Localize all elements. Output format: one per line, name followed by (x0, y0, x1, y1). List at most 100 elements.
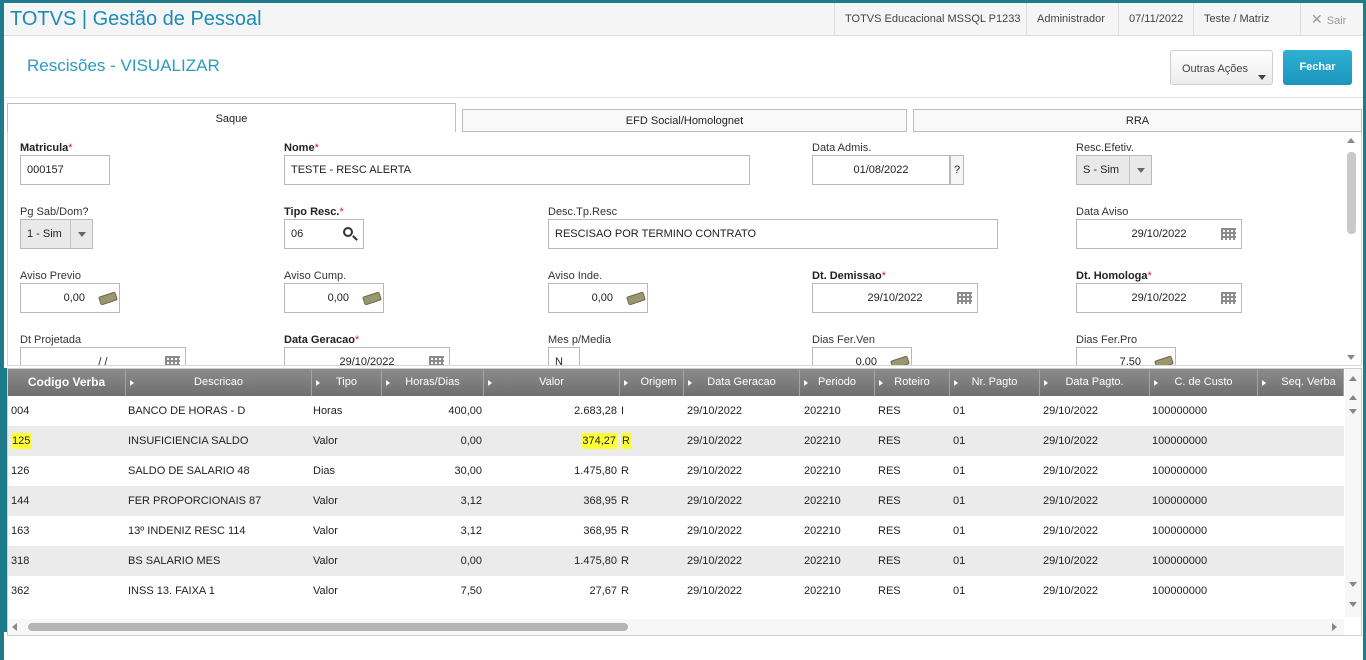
sort-icon (1044, 380, 1048, 386)
aviso-previo-field[interactable]: 0,00 (20, 283, 120, 313)
cell-roteiro: RES (878, 435, 901, 447)
help-button[interactable]: ? (950, 155, 964, 185)
money-icon[interactable] (626, 291, 646, 306)
scroll-thumb[interactable] (28, 623, 628, 631)
calendar-icon[interactable] (957, 292, 972, 304)
col-header-seq-verba[interactable]: Seq. Verba (1258, 369, 1344, 396)
calendar-icon[interactable] (1221, 228, 1236, 240)
close-icon: ✕ (1311, 11, 1323, 27)
cell-descricao: FER PROPORCIONAIS 87 (128, 495, 262, 507)
scroll-up-icon[interactable] (1349, 376, 1357, 381)
money-icon[interactable] (890, 355, 910, 365)
branch-label[interactable]: Teste / Matriz (1193, 3, 1279, 36)
resc-efetiv-select[interactable]: S - Sim (1076, 155, 1152, 185)
pg-sab-dom-select[interactable]: 1 - Sim (20, 219, 93, 249)
aviso-inde-field[interactable]: 0,00 (548, 283, 648, 313)
cell-origem: R (621, 525, 629, 537)
tipo-resc-field[interactable]: 06 (284, 219, 364, 249)
cell-horas-dias: 400,00 (448, 405, 482, 417)
scroll-down-icon[interactable] (1349, 582, 1357, 587)
cell-roteiro: RES (878, 495, 901, 507)
nome-field[interactable]: TESTE - RESC ALERTA (284, 155, 750, 185)
table-row[interactable]: 318 BS SALARIO MES Valor 0,00 1.475,80 R 29/10… (8, 546, 1344, 576)
resc-efetiv-label: Resc.Efetiv. (1076, 142, 1134, 154)
scroll-up-icon[interactable] (1347, 138, 1355, 143)
aviso-previo-label: Aviso Previo (20, 270, 81, 282)
dias-fer-pro-value: 7,50 (1119, 356, 1141, 366)
dias-fer-ven-field[interactable]: 0,00 (812, 347, 912, 365)
dt-projetada-value: / / (98, 356, 108, 366)
col-header-data-geracao[interactable]: Data Geracao (684, 369, 800, 396)
data-geracao-field[interactable]: 29/10/2022 (284, 347, 450, 365)
aviso-cump-field[interactable]: 0,00 (284, 283, 384, 313)
sort-icon (624, 380, 628, 386)
cell-horas-dias: 3,12 (460, 525, 482, 537)
scroll-down-icon[interactable] (1349, 409, 1357, 414)
sort-icon (386, 380, 390, 386)
cell-roteiro: RES (878, 555, 901, 567)
matricula-field[interactable]: 000157 (20, 155, 110, 185)
user-label[interactable]: Administrador (1026, 3, 1115, 36)
tab-efd-social[interactable]: EFD Social/Homolognet (462, 109, 907, 132)
col-header-custo[interactable]: C. de Custo (1150, 369, 1258, 396)
calendar-icon[interactable] (165, 356, 180, 365)
scroll-left-icon[interactable] (12, 623, 17, 631)
cell-data-pagto: 29/10/2022 (1043, 495, 1099, 507)
money-icon[interactable] (1154, 355, 1174, 365)
cell-codigo: 004 (11, 405, 30, 417)
col-header-valor[interactable]: Valor (484, 369, 620, 396)
cell-valor: 1.475,80 (574, 555, 617, 567)
dt-homologa-field[interactable]: 29/10/2022 (1076, 283, 1242, 313)
cell-data-geracao: 29/10/2022 (687, 585, 743, 597)
col-header-roteiro[interactable]: Roteiro (875, 369, 950, 396)
table-row[interactable]: 004 BANCO DE HORAS - D Horas 400,00 2.683,28… (8, 396, 1344, 426)
table-row[interactable]: 362 INSS 13. FAIXA 1 Valor 7,50 27,67 R 29/10/… (8, 576, 1344, 606)
cell-data-geracao: 29/10/2022 (687, 525, 743, 537)
table-row[interactable]: 125 INSUFICIENCIA SALDO Valor 0,00 374,27 R 29… (8, 426, 1344, 456)
dias-fer-pro-field[interactable]: 7,50 (1076, 347, 1176, 366)
scroll-down-icon[interactable] (1349, 602, 1357, 607)
other-actions-label: Outras Ações (1182, 63, 1249, 75)
tab-rra[interactable]: RRA (913, 109, 1362, 132)
cell-data-pagto: 29/10/2022 (1043, 405, 1099, 417)
col-header-descricao[interactable]: Descricao (126, 369, 312, 396)
close-button[interactable]: Fechar (1283, 50, 1352, 85)
dt-demissao-label: Dt. Demissao* (812, 270, 886, 282)
col-header-tipo[interactable]: Tipo (312, 369, 382, 396)
data-aviso-field[interactable]: 29/10/2022 (1076, 219, 1242, 249)
table-row[interactable]: 144 FER PROPORCIONAIS 87 Valor 3,12 368,95 R 2… (8, 486, 1344, 516)
cell-tipo: Valor (313, 435, 338, 447)
calendar-icon[interactable] (1221, 292, 1236, 304)
scroll-down-icon[interactable] (1347, 355, 1355, 360)
col-header-periodo[interactable]: Periodo (800, 369, 875, 396)
other-actions-button[interactable]: Outras Ações (1170, 50, 1273, 85)
scroll-thumb[interactable] (1347, 152, 1356, 234)
desc-tp-resc-field[interactable]: RESCISAO POR TERMINO CONTRATO (548, 219, 998, 249)
dt-projetada-field[interactable]: / / (20, 347, 186, 366)
tipo-resc-value: 06 (291, 228, 304, 240)
calendar-icon[interactable] (429, 356, 444, 365)
grid-horizontal-scrollbar[interactable] (8, 619, 1344, 635)
money-icon[interactable] (362, 291, 382, 306)
money-icon[interactable] (98, 291, 118, 306)
grid-vertical-scrollbar[interactable] (1345, 369, 1361, 617)
col-header-nr-pagto[interactable]: Nr. Pagto (950, 369, 1040, 396)
scroll-right-icon[interactable] (1332, 623, 1337, 631)
dt-demissao-field[interactable]: 29/10/2022 (812, 283, 978, 313)
scroll-up-icon[interactable] (1349, 395, 1357, 400)
mes-p-media-field[interactable]: N (548, 347, 580, 365)
col-header-origem[interactable]: Origem (620, 369, 684, 396)
cell-origem: R (621, 465, 629, 477)
form-scrollbar[interactable] (1345, 134, 1357, 364)
table-row[interactable]: 163 13º INDENIZ RESC 114 Valor 3,12 368,95 R 2… (8, 516, 1344, 546)
tab-saque[interactable]: Saque (7, 103, 456, 132)
table-row[interactable]: 126 SALDO DE SALARIO 48 Dias 30,00 1.475,80 R… (8, 456, 1344, 486)
cell-valor: 374,27 (484, 426, 617, 456)
col-header-data-pagto[interactable]: Data Pagto. (1040, 369, 1150, 396)
highlight-mark: 125 (11, 433, 32, 449)
exit-button[interactable]: ✕ Sair (1300, 3, 1363, 36)
search-icon[interactable] (343, 227, 353, 237)
data-admis-field[interactable]: 01/08/2022 (812, 155, 950, 185)
col-header-codigo[interactable]: Codigo Verba (8, 369, 126, 396)
col-header-horas[interactable]: Horas/Dias (382, 369, 484, 396)
